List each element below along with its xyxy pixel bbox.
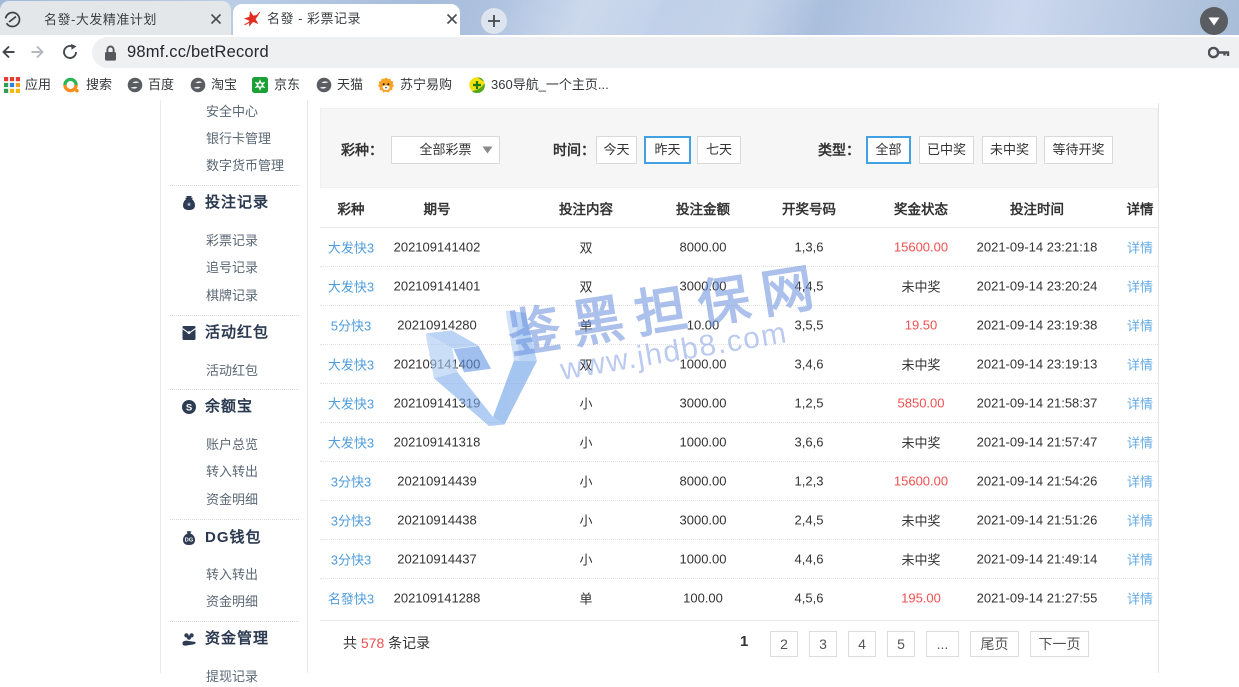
svg-text:S: S [186, 402, 192, 413]
svg-text:DG: DG [185, 538, 193, 544]
